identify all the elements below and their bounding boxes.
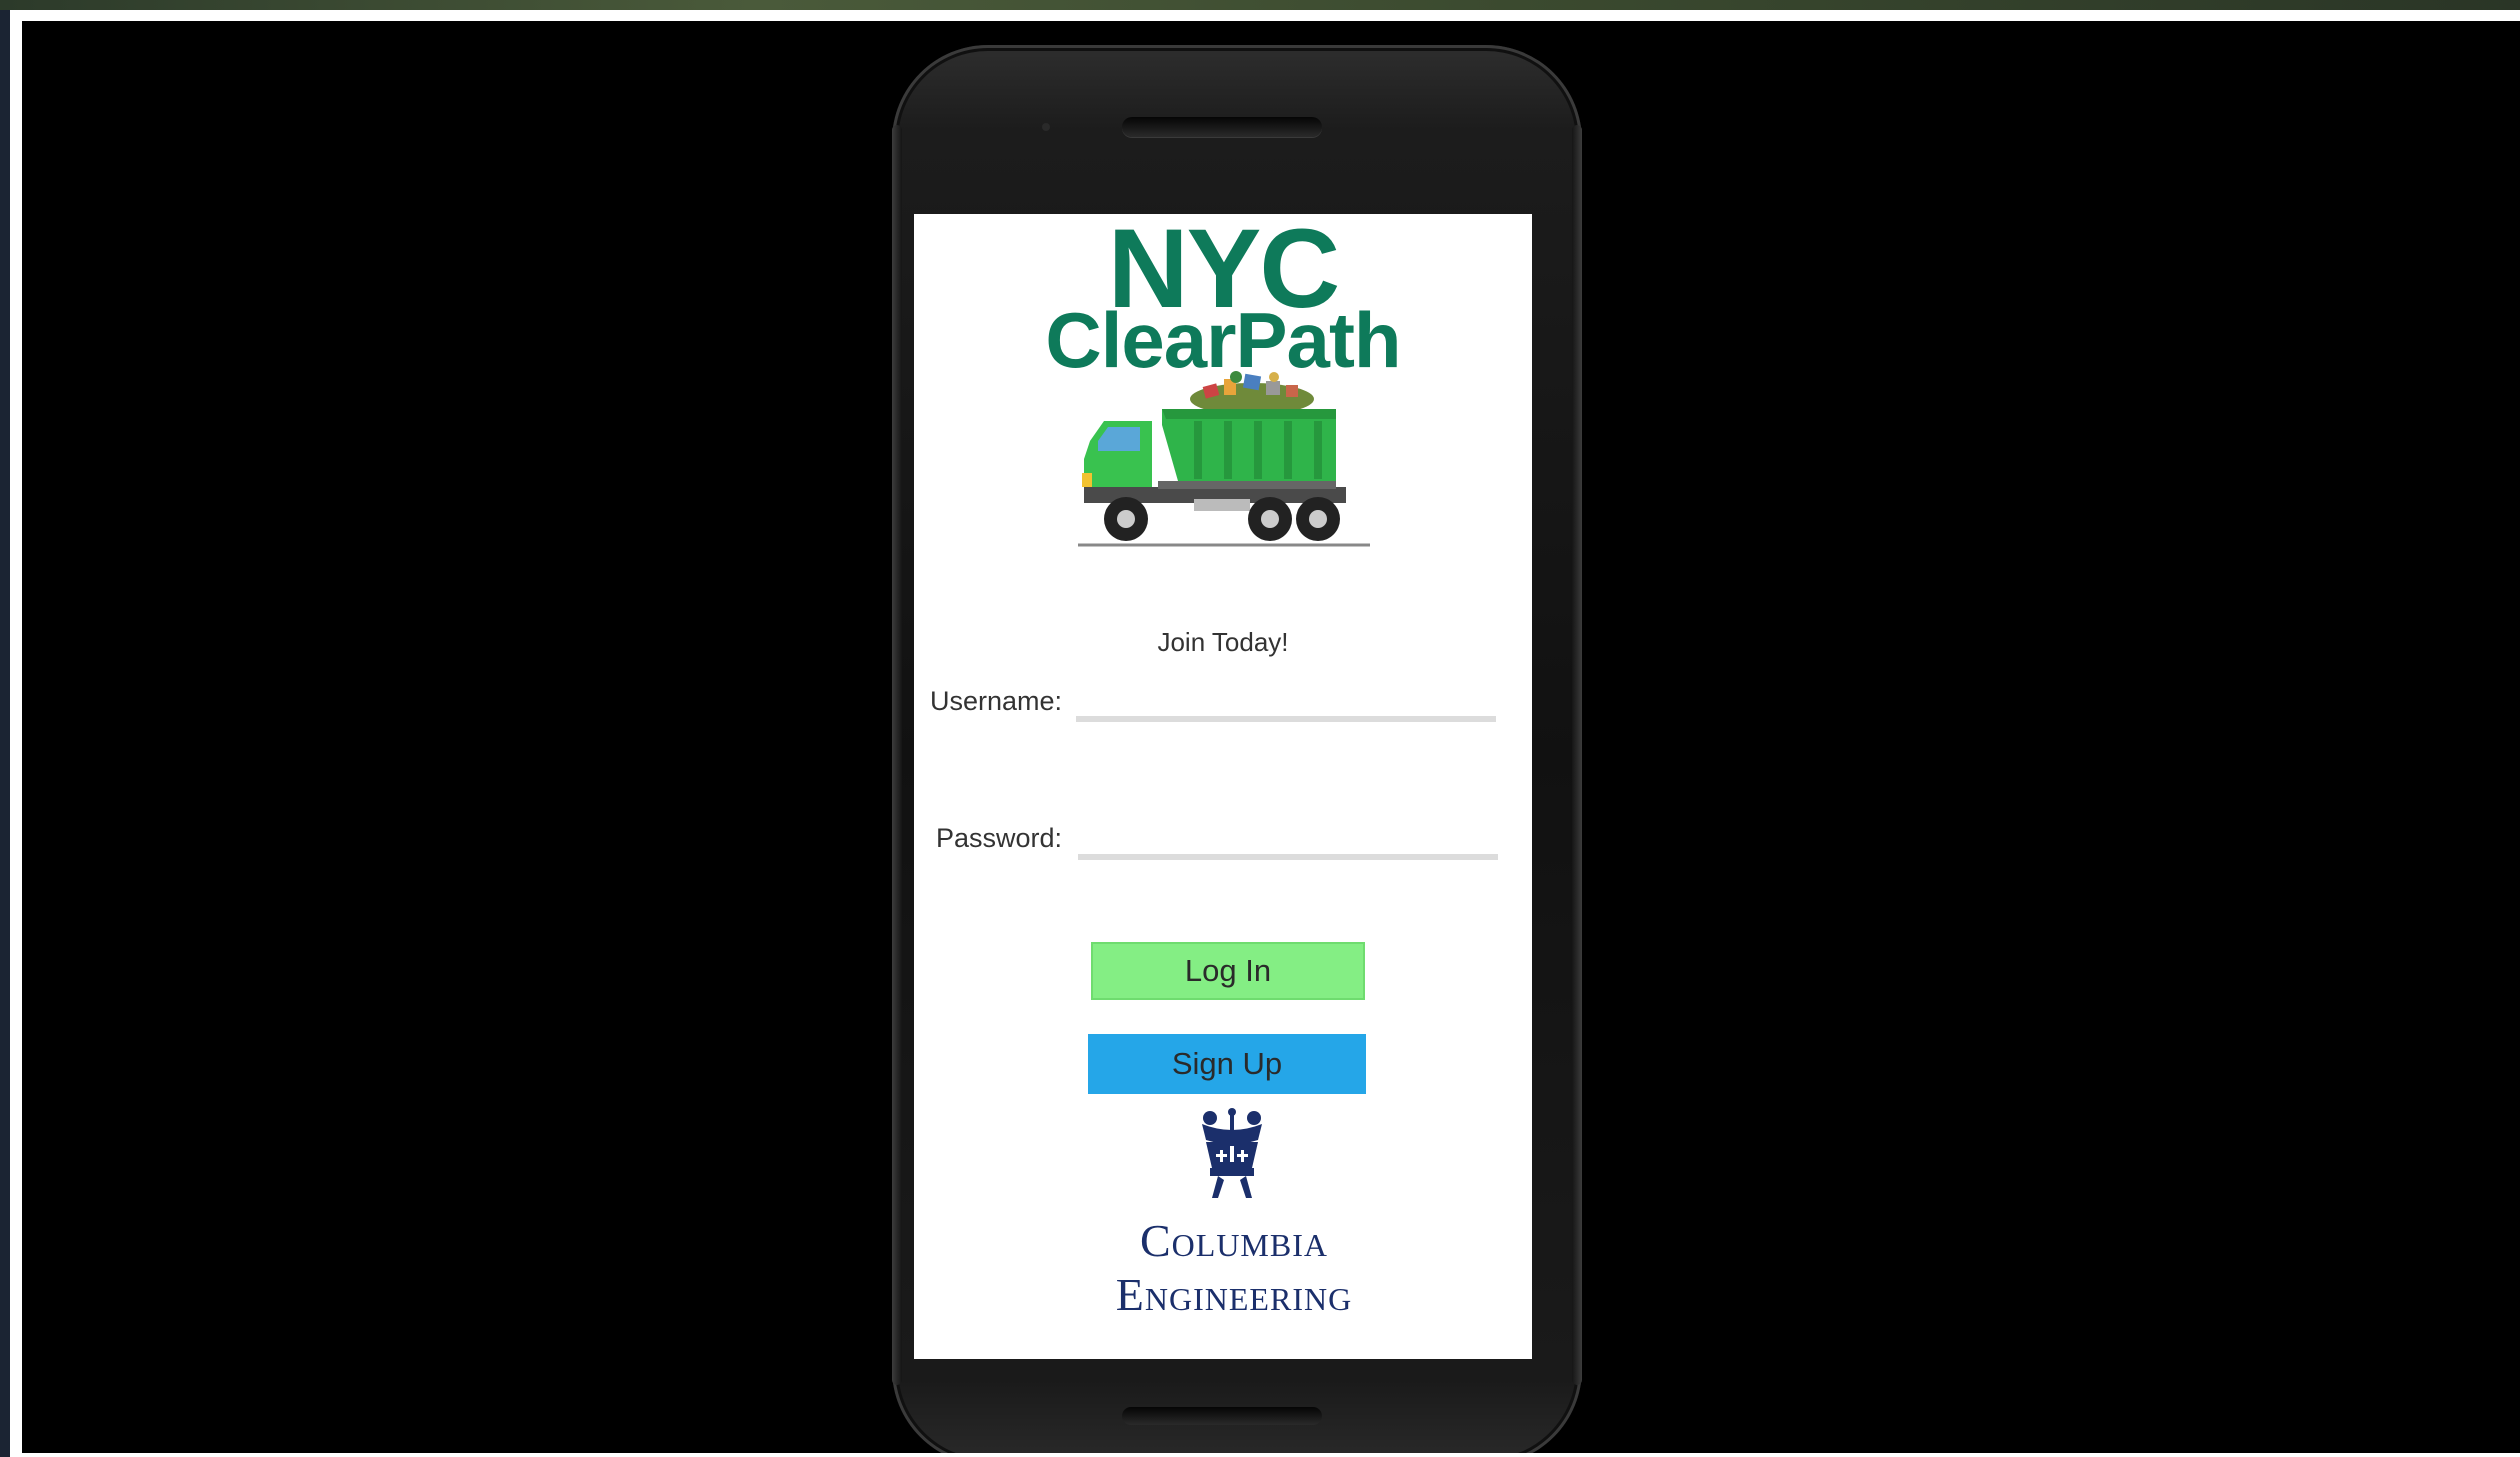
logo-line-columbia: Columbia [1139,1215,1328,1266]
username-label: Username: [930,686,1063,716]
app-screen: NYC ClearPath Join Today! Username: Pass… [914,214,1532,1359]
background-strip [0,0,2520,10]
password-field[interactable] [1078,820,1498,860]
join-today-text: Join Today! [1157,627,1289,657]
sign-up-button[interactable]: Sign Up [1088,1034,1366,1094]
phone-right-edge [1572,125,1582,1385]
username-field[interactable] [1076,682,1496,722]
password-label: Password: [936,823,1063,853]
phone-left-edge [892,125,902,1385]
phone-mockup: NYC ClearPath Join Today! Username: Pass… [892,45,1582,1453]
top-speaker-grille [1122,117,1322,137]
video-viewport: NYC ClearPath Join Today! Username: Pass… [22,21,2520,1453]
app-title-clearpath: ClearPath [1045,296,1401,384]
log-in-button[interactable]: Log In [1091,942,1365,1000]
columbia-crown-icon [1202,1108,1262,1198]
columbia-engineering-logo: Columbia Engineering [914,1214,1532,1322]
logo-line-engineering: Engineering [1115,1269,1353,1320]
front-camera-icon [1042,123,1050,131]
garbage-truck-icon [1078,371,1370,547]
bottom-speaker-grille [1122,1407,1322,1425]
